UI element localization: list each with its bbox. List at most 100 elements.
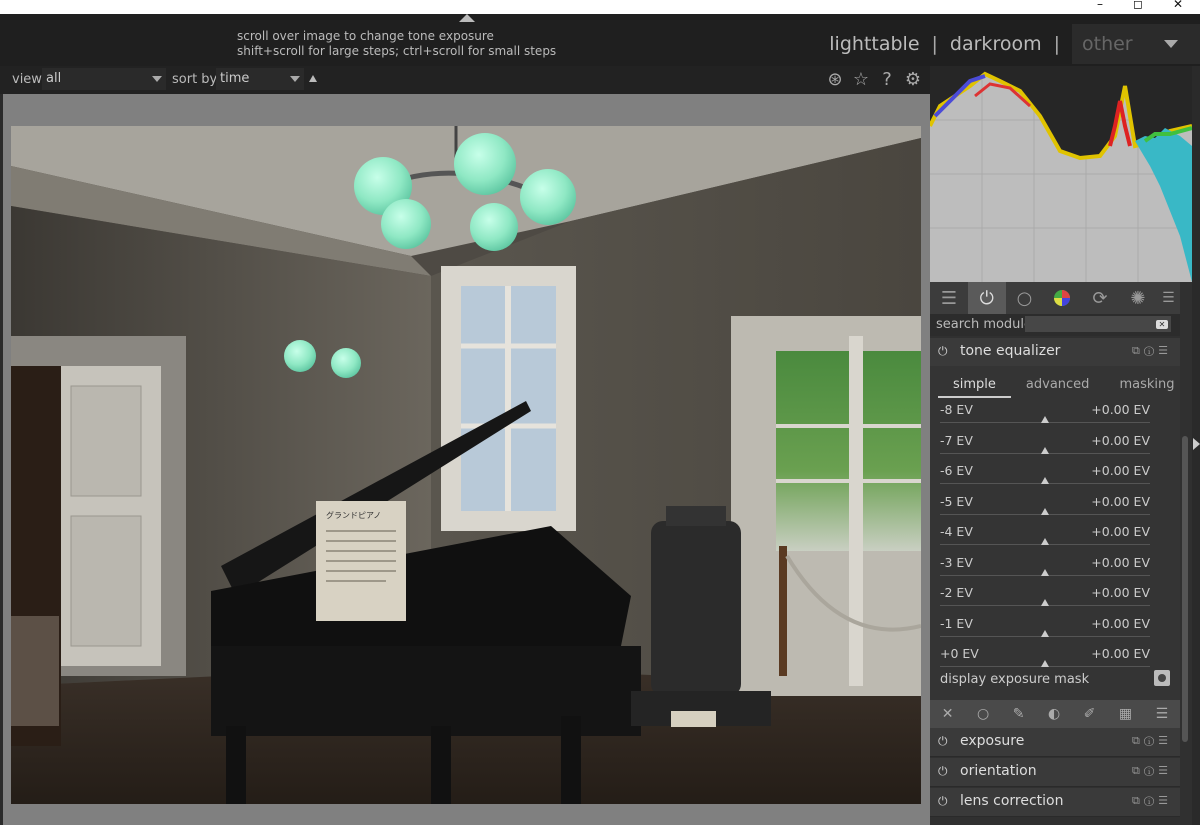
ev-slider[interactable]: -5 EV +0.00 EV [940, 492, 1150, 522]
slider-handle-icon[interactable] [1041, 447, 1049, 454]
tab-advanced[interactable]: advanced [1011, 374, 1105, 396]
slider-handle-icon[interactable] [1041, 538, 1049, 545]
help-icon[interactable]: ? [876, 69, 898, 91]
close-button[interactable]: ✕ [1158, 0, 1198, 13]
power-icon[interactable]: ⏻ [938, 734, 948, 749]
view-other-label: other [1082, 33, 1133, 55]
piano-sign-title: グランドピアノ [326, 510, 381, 520]
active-modules-tab[interactable]: ⏻ [967, 282, 1006, 314]
drawn-parametric-mask-icon[interactable]: ✐ [1084, 706, 1096, 722]
module-presets-menu[interactable]: ☰ [1157, 282, 1180, 314]
ev-slider[interactable]: +0 EV +0.00 EV [940, 644, 1150, 674]
module-scrollbar[interactable] [1182, 436, 1188, 742]
ev-slider-value: +0.00 EV [1091, 494, 1150, 509]
slider-handle-icon[interactable] [1041, 630, 1049, 637]
hint-line-1: scroll over image to change tone exposur… [237, 29, 494, 43]
module-header-icons[interactable]: ⧉ⓘ☰ [1132, 734, 1172, 748]
histogram[interactable] [930, 66, 1192, 282]
tab-simple[interactable]: simple [938, 374, 1011, 398]
view-darkroom[interactable]: darkroom [950, 33, 1042, 55]
power-icon: ⏻ [979, 287, 994, 309]
tone-equalizer-title: tone equalizer [960, 343, 1061, 359]
gear-icon[interactable]: ⚙ [902, 69, 924, 91]
view-filter-label: view [12, 72, 42, 87]
module-group-tabs: ☰ ⏻ ○ ⟳ ✺ ☰ [930, 282, 1180, 314]
minimize-button[interactable]: – [1080, 0, 1120, 13]
close-mask-icon[interactable]: ✕ [942, 706, 954, 722]
ev-slider[interactable]: -2 EV +0.00 EV [940, 583, 1150, 613]
power-icon[interactable]: ⏻ [938, 344, 948, 359]
histogram-graph [930, 66, 1192, 282]
ev-slider[interactable]: -8 EV +0.00 EV [940, 400, 1150, 430]
module-header-icons[interactable]: ⧉ⓘ☰ [1132, 764, 1172, 778]
collapse-right-panel-icon[interactable] [1193, 438, 1200, 450]
base-modules-tab[interactable]: ○ [1006, 282, 1044, 314]
module-header-icons[interactable]: ⧉ⓘ☰ [1132, 794, 1172, 808]
ev-slider-value: +0.00 EV [1091, 646, 1150, 661]
quick-access-tab[interactable]: ☰ [930, 282, 968, 314]
tab-masking[interactable]: masking [1104, 374, 1189, 396]
effect-icon: ✺ [1130, 287, 1146, 309]
tone-equalizer-tabs: simple advanced masking [938, 374, 1174, 398]
search-module-input[interactable] [1025, 316, 1171, 332]
view-filter-select[interactable]: all [42, 68, 166, 90]
slider-handle-icon[interactable] [1041, 416, 1049, 423]
ev-slider[interactable]: -3 EV +0.00 EV [940, 553, 1150, 583]
color-modules-tab[interactable] [1043, 282, 1081, 314]
sort-by-value: time [220, 71, 250, 86]
ev-slider[interactable]: -6 EV +0.00 EV [940, 461, 1150, 491]
tone-equalizer-panel: simple advanced masking -8 EV +0.00 EV -… [930, 366, 1180, 700]
slider-handle-icon[interactable] [1041, 660, 1049, 667]
chevron-down-icon [290, 76, 300, 82]
window-titlebar: – ◻ ✕ [0, 0, 1200, 14]
exposure-module-header[interactable]: ⏻ exposure ⧉ⓘ☰ [930, 728, 1180, 757]
search-module-label: search module [936, 317, 1033, 332]
hamburger-icon: ☰ [1162, 290, 1175, 306]
uniform-mask-icon[interactable]: ○ [977, 706, 989, 722]
slider-handle-icon[interactable] [1041, 569, 1049, 576]
collapse-top-panel-icon[interactable] [459, 14, 475, 22]
hint-line-2: shift+scroll for large steps; ctrl+scrol… [237, 44, 557, 58]
photo-preview[interactable]: グランドピアノ [11, 126, 921, 804]
effect-modules-tab[interactable]: ✺ [1119, 282, 1157, 314]
ev-slider[interactable]: -4 EV +0.00 EV [940, 522, 1150, 552]
raster-mask-icon[interactable]: ▦ [1119, 706, 1132, 722]
maximize-button[interactable]: ◻ [1118, 0, 1158, 13]
module-header-icons[interactable]: ⧉ⓘ☰ [1132, 344, 1172, 358]
ev-slider-label: -3 EV [940, 555, 973, 570]
view-other-dropdown[interactable]: other [1072, 24, 1200, 64]
ev-slider-label: +0 EV [940, 646, 979, 661]
ev-slider[interactable]: -1 EV +0.00 EV [940, 614, 1150, 644]
hint-text: scroll over image to change tone exposur… [237, 29, 556, 59]
parametric-mask-icon[interactable]: ◐ [1048, 706, 1060, 722]
ev-slider-label: -5 EV [940, 494, 973, 509]
ev-slider-value: +0.00 EV [1091, 585, 1150, 600]
sort-order-icon[interactable] [309, 75, 317, 82]
module-title: exposure [960, 733, 1025, 749]
filter-bar: view all sort by time ⊛ ☆ ? ⚙ [0, 66, 930, 94]
correct-modules-tab[interactable]: ⟳ [1081, 282, 1119, 314]
display-exposure-mask-toggle[interactable] [1154, 670, 1170, 686]
display-exposure-mask-row: display exposure mask [940, 670, 1170, 694]
photo-image: グランドピアノ [11, 126, 921, 804]
power-icon[interactable]: ⏻ [938, 794, 948, 809]
slider-handle-icon[interactable] [1041, 508, 1049, 515]
power-icon[interactable]: ⏻ [938, 764, 948, 779]
sort-by-label: sort by [172, 72, 218, 87]
lens-correction-module-header[interactable]: ⏻ lens correction ⧉ⓘ☰ [930, 788, 1180, 817]
chevron-down-icon [1164, 40, 1178, 48]
hamburger-icon[interactable]: ☰ [1156, 706, 1169, 722]
drawn-mask-icon[interactable]: ✎ [1013, 706, 1025, 722]
view-lighttable[interactable]: lighttable [829, 33, 919, 55]
view-separator: | [931, 33, 938, 55]
ev-slider[interactable]: -7 EV +0.00 EV [940, 431, 1150, 461]
clear-search-icon[interactable]: ✕ [1156, 320, 1168, 329]
sort-by-select[interactable]: time [216, 68, 304, 90]
star-icon[interactable]: ☆ [850, 69, 872, 91]
orientation-module-header[interactable]: ⏻ orientation ⧉ⓘ☰ [930, 758, 1180, 787]
color-labels-icon[interactable]: ⊛ [824, 69, 846, 91]
tone-equalizer-header[interactable]: ⏻ tone equalizer ⧉ⓘ☰ [930, 338, 1180, 367]
slider-handle-icon[interactable] [1041, 599, 1049, 606]
filter-icons: ⊛ ☆ ? ⚙ [824, 69, 924, 91]
slider-handle-icon[interactable] [1041, 477, 1049, 484]
